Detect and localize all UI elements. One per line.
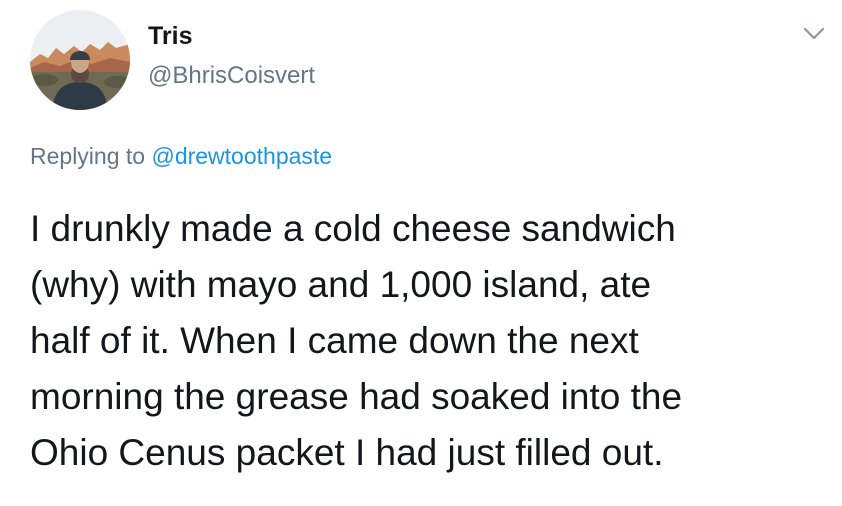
tweet-text-line: Ohio Cenus packet I had just filled out. — [30, 432, 664, 473]
tweet-text-line: half of it. When I came down the next — [30, 320, 639, 361]
avatar[interactable] — [30, 10, 130, 110]
chevron-down-icon[interactable] — [802, 26, 826, 42]
replying-to-line: Replying to @drewtoothpaste — [30, 143, 332, 170]
avatar-photo — [30, 10, 130, 110]
tweet-text-line: (why) with mayo and 1,000 island, ate — [30, 264, 652, 305]
tweet-text-line: I drunkly made a cold cheese sandwich — [30, 208, 676, 249]
reply-mention-link[interactable]: @drewtoothpaste — [151, 143, 332, 169]
author-display-name[interactable]: Tris — [148, 22, 192, 51]
tweet-text: I drunkly made a cold cheese sandwich (w… — [30, 201, 820, 481]
author-handle[interactable]: @BhrisCoisvert — [148, 62, 315, 90]
tweet-text-line: morning the grease had soaked into the — [30, 376, 683, 417]
replying-to-label: Replying to — [30, 143, 146, 169]
tweet-card: Tris @BhrisCoisvert Replying to @drewtoo… — [0, 0, 842, 506]
